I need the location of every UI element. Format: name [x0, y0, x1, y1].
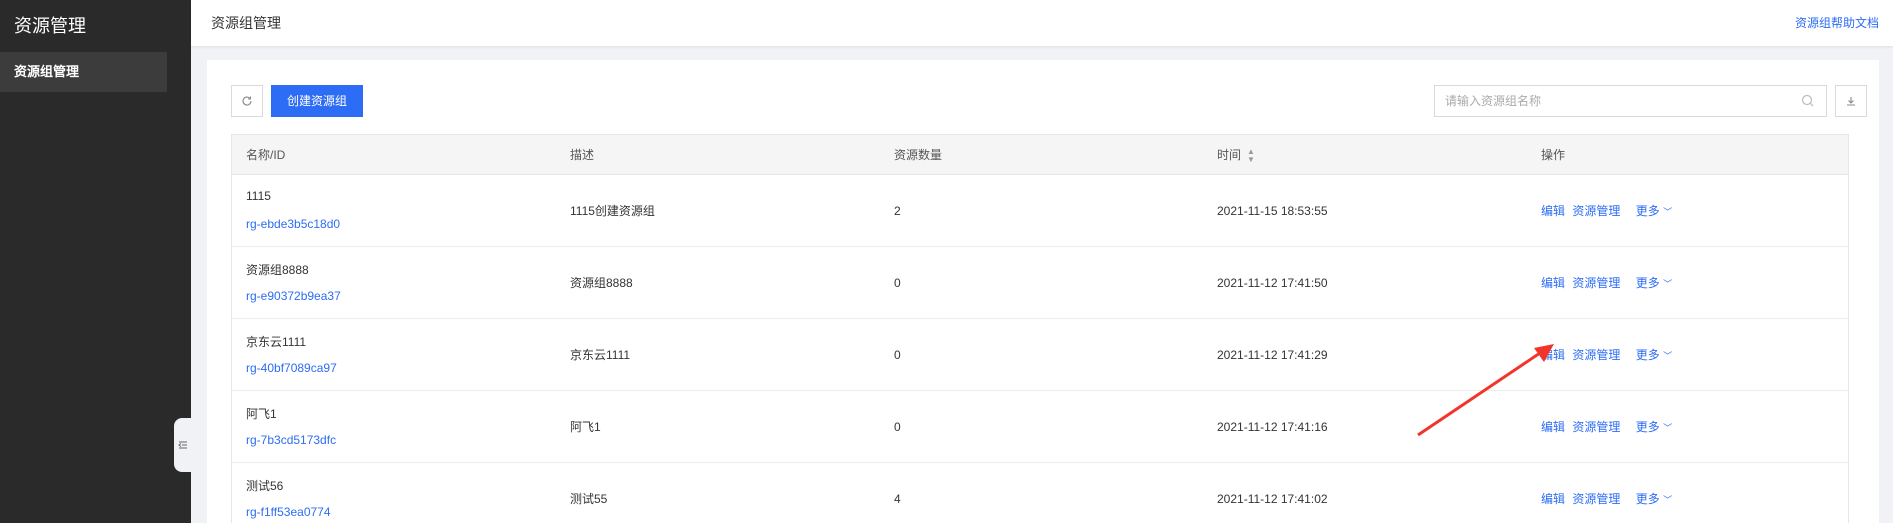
- row-desc: 阿飞1: [570, 420, 601, 434]
- header-op: 操作: [1541, 148, 1566, 162]
- header-desc: 描述: [570, 148, 595, 162]
- row-name: 京东云1111: [246, 335, 307, 349]
- search-box: [1434, 85, 1827, 117]
- edit-link[interactable]: 编辑: [1541, 492, 1565, 506]
- row-count: 0: [894, 276, 901, 290]
- sidebar-title: 资源管理: [14, 16, 86, 36]
- row-id-link[interactable]: rg-e90372b9ea37: [246, 289, 341, 303]
- more-label: 更多: [1635, 276, 1660, 290]
- refresh-button[interactable]: [231, 85, 263, 117]
- page-title: 资源组管理: [211, 15, 281, 31]
- help-doc-link[interactable]: 资源组帮助文档: [1795, 0, 1879, 46]
- row-name: 测试56: [246, 479, 284, 493]
- row-actions: 编辑 资源管理 更多 ﹀: [1541, 319, 1672, 392]
- row-time: 2021-11-12 17:41:16: [1217, 420, 1328, 434]
- row-desc: 测试55: [570, 492, 608, 506]
- more-label: 更多: [1635, 204, 1660, 218]
- more-dropdown[interactable]: 更多 ﹀: [1636, 276, 1672, 290]
- chevron-down-icon: ﹀: [1663, 279, 1673, 289]
- row-name: 1115: [246, 189, 271, 203]
- chevron-down-icon: ﹀: [1663, 207, 1673, 217]
- resource-group-table: 名称/ID 描述 资源数量 时间 ▲ ▼ 操作 1115 rg-ebde3b5c18…: [231, 134, 1849, 523]
- table-row: 阿飞1 rg-7b3cd5173dfc 阿飞1 0 2021-11-12 17:…: [232, 391, 1848, 463]
- chevron-down-icon: ﹀: [1663, 351, 1673, 361]
- row-count: 0: [894, 420, 901, 434]
- row-actions: 编辑 资源管理 更多 ﹀: [1541, 175, 1672, 248]
- row-desc: 资源组8888: [570, 276, 633, 290]
- chevron-down-icon: ﹀: [1663, 423, 1673, 433]
- row-time: 2021-11-12 17:41:02: [1217, 492, 1328, 506]
- resource-manage-link[interactable]: 资源管理: [1572, 492, 1620, 506]
- sidebar-item-resource-group[interactable]: 资源组管理: [0, 52, 167, 92]
- row-actions: 编辑 资源管理 更多 ﹀: [1541, 391, 1672, 464]
- more-dropdown[interactable]: 更多 ﹀: [1636, 348, 1672, 362]
- resource-manage-link[interactable]: 资源管理: [1572, 204, 1620, 218]
- refresh-icon: [242, 96, 252, 106]
- table-row: 1115 rg-ebde3b5c18d0 1115创建资源组 2 2021-11…: [232, 175, 1848, 247]
- table-row: 京东云1111 rg-40bf7089ca97 京东云1111 0 2021-1…: [232, 319, 1848, 391]
- edit-link[interactable]: 编辑: [1541, 276, 1565, 290]
- more-dropdown[interactable]: 更多 ﹀: [1636, 204, 1672, 218]
- row-time: 2021-11-12 17:41:50: [1217, 276, 1328, 290]
- row-id-link[interactable]: rg-ebde3b5c18d0: [246, 217, 340, 231]
- more-label: 更多: [1635, 348, 1660, 362]
- chevron-down-icon: ﹀: [1663, 495, 1673, 505]
- download-icon: [1847, 97, 1855, 106]
- row-id-link[interactable]: rg-7b3cd5173dfc: [246, 433, 336, 447]
- resource-manage-link[interactable]: 资源管理: [1572, 348, 1620, 362]
- resource-manage-link[interactable]: 资源管理: [1572, 420, 1620, 434]
- edit-link[interactable]: 编辑: [1541, 204, 1565, 218]
- more-label: 更多: [1635, 420, 1660, 434]
- table-row: 测试56 rg-f1ff53ea0774 测试55 4 2021-11-12 1…: [232, 463, 1848, 523]
- sidebar: 资源管理 资源组管理: [0, 0, 191, 523]
- row-actions: 编辑 资源管理 更多 ﹀: [1541, 247, 1672, 320]
- page-header: 资源组管理 资源组帮助文档: [191, 0, 1893, 46]
- content-card: 创建资源组 名称/ID 描述 资源数量 时间 ▲▼ 操作 1115 rg-ebde…: [207, 60, 1879, 523]
- row-desc: 京东云1111: [570, 348, 631, 362]
- collapse-left-icon[interactable]: [174, 418, 191, 472]
- header-time-label: 时间: [1217, 148, 1242, 162]
- row-count: 4: [894, 492, 901, 506]
- header-time[interactable]: 时间 ▲ ▼: [1217, 135, 1255, 175]
- row-count: 2: [894, 204, 901, 218]
- download-button[interactable]: [1835, 85, 1867, 117]
- create-resource-group-button[interactable]: 创建资源组: [271, 85, 363, 117]
- header-count: 资源数量: [894, 148, 943, 162]
- table-header: 名称/ID 描述 资源数量 时间 ▲ ▼ 操作: [232, 135, 1848, 175]
- row-count: 0: [894, 348, 901, 362]
- sort-icon[interactable]: ▲ ▼: [1247, 147, 1255, 164]
- row-name: 资源组8888: [246, 263, 309, 277]
- row-id-link[interactable]: rg-f1ff53ea0774: [246, 505, 331, 519]
- more-dropdown[interactable]: 更多 ﹀: [1636, 420, 1672, 434]
- more-dropdown[interactable]: 更多 ﹀: [1636, 492, 1672, 506]
- table-row: 资源组8888 rg-e90372b9ea37 资源组8888 0 2021-1…: [232, 247, 1848, 319]
- row-time: 2021-11-12 17:41:29: [1217, 348, 1328, 362]
- resource-manage-link[interactable]: 资源管理: [1572, 276, 1620, 290]
- row-id-link[interactable]: rg-40bf7089ca97: [246, 361, 337, 375]
- row-actions: 编辑 资源管理 更多 ﹀: [1541, 463, 1672, 523]
- more-label: 更多: [1635, 492, 1660, 506]
- row-time: 2021-11-15 18:53:55: [1217, 204, 1328, 218]
- search-icon[interactable]: [1800, 93, 1816, 109]
- annotation-arrow: [1417, 344, 1554, 437]
- search-input[interactable]: [1435, 86, 1775, 116]
- row-desc: 1115创建资源组: [570, 204, 655, 218]
- row-name: 阿飞1: [246, 407, 277, 421]
- header-name: 名称/ID: [246, 148, 286, 162]
